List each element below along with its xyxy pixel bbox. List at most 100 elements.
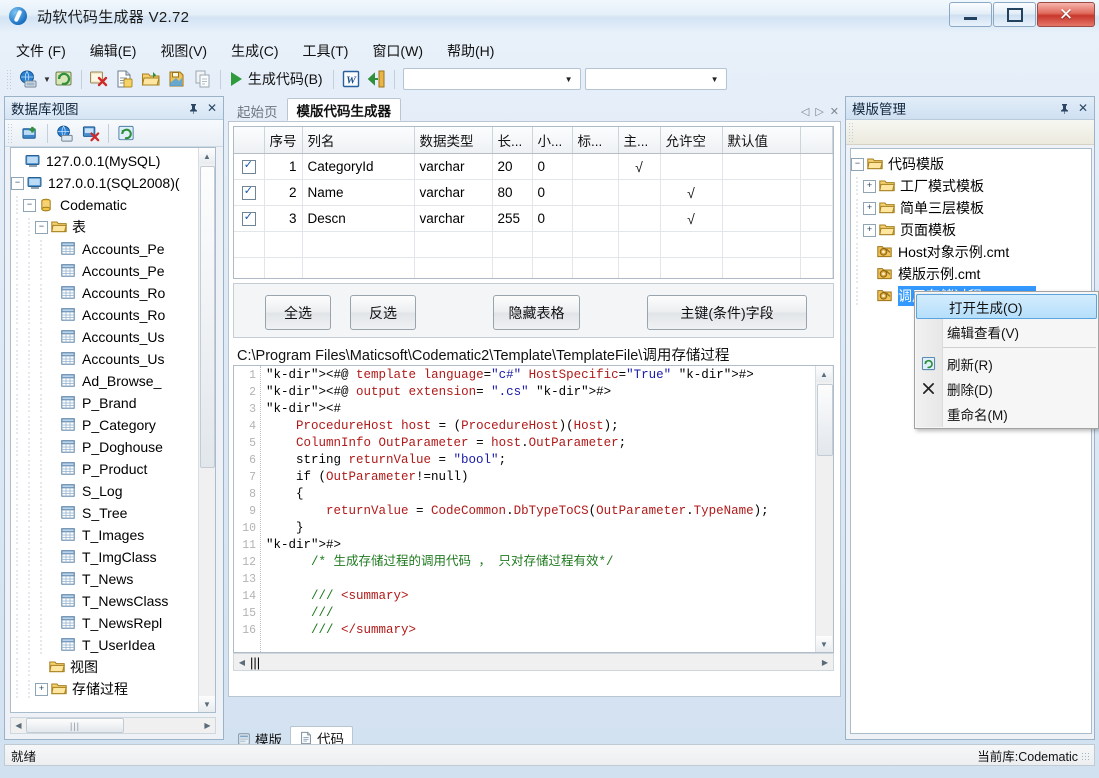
col-header-length[interactable]: 长... bbox=[492, 127, 533, 154]
open-folder-icon[interactable] bbox=[139, 67, 163, 91]
save-template-icon[interactable] bbox=[165, 67, 189, 91]
close-panel-icon[interactable]: ✕ bbox=[204, 100, 220, 116]
db-tree-item[interactable]: T_NewsClass bbox=[11, 590, 215, 612]
col-header-index[interactable]: 序号 bbox=[264, 127, 303, 154]
tree-expander[interactable]: − bbox=[11, 176, 24, 190]
database-tree-vscrollbar[interactable]: ▲ ▼ bbox=[198, 148, 215, 712]
row-checkbox[interactable] bbox=[241, 158, 256, 175]
template-toolbar-grip[interactable] bbox=[848, 122, 855, 142]
toolbar-grip[interactable] bbox=[6, 69, 13, 89]
tree-expander[interactable]: + bbox=[863, 201, 876, 215]
connect-icon[interactable] bbox=[53, 121, 77, 145]
tab-start-page[interactable]: 起始页 bbox=[228, 100, 287, 121]
code-editor[interactable]: 1 2 3 4 5 6 7 8 9 10 11 12 13 14 15 16 "k-dir"><#@ temp… bbox=[233, 365, 834, 653]
editor-hscrollbar[interactable]: ◀ ||| ▶ bbox=[233, 653, 834, 671]
pin-icon[interactable] bbox=[185, 100, 201, 116]
close-button[interactable]: ✕ bbox=[1037, 2, 1095, 27]
db-tree-item[interactable]: + 存储过程 bbox=[11, 678, 215, 700]
db-tree-item[interactable]: Accounts_Us bbox=[11, 348, 215, 370]
menu-tools[interactable]: 工具(T) bbox=[291, 38, 361, 64]
word-export-icon[interactable]: W bbox=[339, 67, 363, 91]
template-tree-item[interactable]: + 简单三层模板 bbox=[851, 197, 1091, 219]
db-tree-item[interactable]: Accounts_Pe bbox=[11, 260, 215, 282]
exit-icon[interactable] bbox=[365, 67, 389, 91]
template-tree[interactable]: − 代码模版 + 工厂模式模板 + 简单三层模板 + 页面模板 Host对象示例.cmt 模版示例… bbox=[850, 148, 1092, 734]
db-tree-item[interactable]: − 127.0.0.1(SQL2008)( bbox=[11, 172, 215, 194]
menu-view[interactable]: 视图(V) bbox=[148, 38, 219, 64]
db-toolbar-grip[interactable] bbox=[7, 123, 14, 143]
template-close-icon[interactable]: ✕ bbox=[1075, 100, 1091, 116]
tree-expander[interactable]: + bbox=[863, 179, 876, 193]
db-tree-item[interactable]: P_Doghouse bbox=[11, 436, 215, 458]
template-tree-item[interactable]: 模版示例.cmt bbox=[851, 263, 1091, 285]
template-pin-icon[interactable] bbox=[1056, 100, 1072, 116]
tree-expander[interactable]: − bbox=[35, 220, 48, 234]
invert-selection-button[interactable]: 反选 bbox=[350, 295, 416, 330]
copy-icon[interactable] bbox=[191, 67, 215, 91]
editor-scroll-right-icon[interactable]: ▶ bbox=[817, 658, 833, 667]
editor-code-area[interactable]: "k-dir"><#@ template language="c#" HostS… bbox=[262, 366, 815, 652]
col-header-primarykey[interactable]: 主... bbox=[618, 127, 661, 154]
connect-dropdown-arrow-icon[interactable]: ▼ bbox=[43, 75, 51, 84]
col-header-identity[interactable]: 标... bbox=[572, 127, 619, 154]
hide-table-button[interactable]: 隐藏表格 bbox=[493, 295, 580, 330]
context-menu-item-edit-view[interactable]: 编辑查看(V) bbox=[915, 319, 1098, 344]
db-tree-item[interactable]: T_NewsRepl bbox=[11, 612, 215, 634]
context-menu-item-delete[interactable]: 删除(D) bbox=[915, 376, 1098, 401]
tree-expander[interactable]: + bbox=[863, 223, 876, 237]
scroll-down-arrow-icon[interactable]: ▼ bbox=[199, 696, 215, 712]
db-tree-item[interactable]: Ad_Browse_ bbox=[11, 370, 215, 392]
editor-scroll-down-icon[interactable]: ▼ bbox=[816, 636, 832, 652]
table-row[interactable]: 3Descnvarchar2550 √ bbox=[234, 205, 833, 232]
db-tree-item[interactable]: S_Log bbox=[11, 480, 215, 502]
col-header-name[interactable]: 列名 bbox=[302, 127, 415, 154]
new-document-icon[interactable] bbox=[113, 67, 137, 91]
tab-prev-icon[interactable]: ◁ bbox=[801, 105, 809, 118]
editor-scroll-up-icon[interactable]: ▲ bbox=[816, 366, 832, 382]
select-all-button[interactable]: 全选 bbox=[265, 295, 331, 330]
context-menu-item-open-generate[interactable]: 打开生成(O) bbox=[916, 294, 1097, 319]
context-menu-item-rename[interactable]: 重命名(M) bbox=[915, 401, 1098, 426]
db-tree-item[interactable]: Accounts_Us bbox=[11, 326, 215, 348]
db-tree-item[interactable]: Accounts_Ro bbox=[11, 304, 215, 326]
database-tree-vscroll-thumb[interactable] bbox=[200, 166, 215, 468]
tree-expander[interactable]: − bbox=[23, 198, 36, 212]
db-tree-item[interactable]: Accounts_Pe bbox=[11, 238, 215, 260]
tree-expander[interactable]: + bbox=[35, 682, 48, 696]
columns-grid[interactable]: 序号 列名 数据类型 长... 小... 标... 主... 允许空 默认值 1… bbox=[233, 126, 834, 279]
scroll-right-arrow-icon[interactable]: ▶ bbox=[200, 721, 215, 730]
disconnect-icon[interactable] bbox=[79, 121, 103, 145]
primary-key-fields-button[interactable]: 主键(条件)字段 bbox=[647, 295, 807, 330]
menu-generate[interactable]: 生成(C) bbox=[219, 38, 290, 64]
editor-vscrollbar[interactable]: ▲ ▼ bbox=[815, 366, 833, 652]
menu-help[interactable]: 帮助(H) bbox=[435, 38, 506, 64]
db-tree-item[interactable]: − Codematic bbox=[11, 194, 215, 216]
toolbar-combo-1[interactable]: ▼ bbox=[402, 68, 581, 90]
minimize-button[interactable] bbox=[949, 2, 992, 27]
scroll-up-arrow-icon[interactable]: ▲ bbox=[199, 148, 215, 164]
template-tree-item[interactable]: Host对象示例.cmt bbox=[851, 241, 1091, 263]
context-menu-item-refresh[interactable]: 刷新(R) bbox=[915, 351, 1098, 376]
db-tree-item[interactable]: S_Tree bbox=[11, 502, 215, 524]
database-tree-hscrollbar[interactable]: ◀ ||| ▶ bbox=[10, 717, 216, 734]
table-row[interactable]: 1CategoryIdvarchar200 √ bbox=[234, 153, 833, 180]
template-tree-item[interactable]: + 页面模板 bbox=[851, 219, 1091, 241]
db-tree-item[interactable]: P_Product bbox=[11, 458, 215, 480]
editor-scroll-left-icon[interactable]: ◀ bbox=[234, 658, 250, 667]
menu-edit[interactable]: 编辑(E) bbox=[78, 38, 149, 64]
db-tree-item[interactable]: 视图 bbox=[11, 656, 215, 678]
db-tree-item[interactable]: T_Images bbox=[11, 524, 215, 546]
db-tree-item[interactable]: Accounts_Ro bbox=[11, 282, 215, 304]
template-tree-item[interactable]: − 代码模版 bbox=[851, 153, 1091, 175]
database-tree-hscroll-thumb[interactable]: ||| bbox=[26, 718, 124, 733]
refresh-icon[interactable] bbox=[114, 121, 138, 145]
col-header-decimal[interactable]: 小... bbox=[532, 127, 573, 154]
tree-expander[interactable]: − bbox=[851, 157, 864, 171]
tab-close-icon[interactable]: ✕ bbox=[830, 105, 839, 118]
db-tree-item[interactable]: P_Category bbox=[11, 414, 215, 436]
editor-hscroll-thumb[interactable]: ||| bbox=[250, 655, 350, 670]
db-tree-item[interactable]: T_UserIdea bbox=[11, 634, 215, 656]
col-header-check[interactable] bbox=[234, 127, 265, 154]
col-header-default[interactable]: 默认值 bbox=[722, 127, 801, 154]
database-tree[interactable]: 127.0.0.1(MySQL) −127.0.0.1(SQL2008)(− Cod… bbox=[10, 147, 216, 713]
